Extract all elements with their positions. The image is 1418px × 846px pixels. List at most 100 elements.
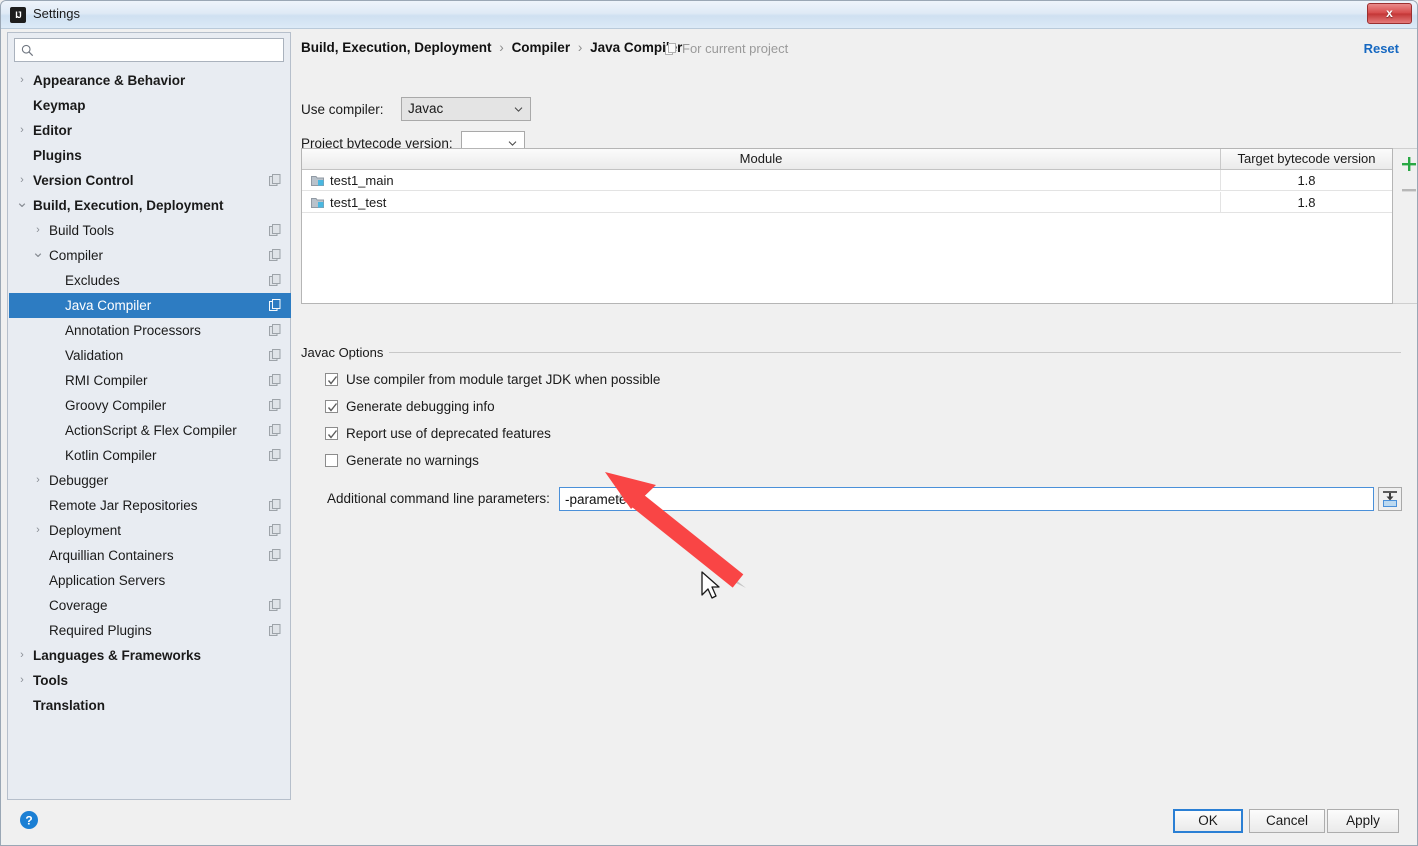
module-name: test1_test: [330, 195, 387, 210]
checkbox[interactable]: [325, 373, 338, 386]
reset-link[interactable]: Reset: [1364, 41, 1399, 56]
breadcrumb: Build, Execution, Deployment › Compiler …: [301, 40, 682, 55]
sidebar-item-debugger[interactable]: › Debugger: [9, 468, 291, 493]
chevron-down-icon: [508, 141, 517, 146]
sidebar-item-label: RMI Compiler: [65, 373, 148, 388]
text-caret: [640, 491, 641, 507]
table-row[interactable]: test1_test 1.8: [302, 192, 1392, 214]
additional-params-input[interactable]: [559, 487, 1374, 511]
sidebar-item-kotlin-compiler[interactable]: Kotlin Compiler: [9, 443, 291, 468]
sidebar-item-languages-frameworks[interactable]: › Languages & Frameworks: [9, 643, 291, 668]
sidebar-item-translation[interactable]: Translation: [9, 693, 291, 718]
chevron-right-icon[interactable]: ›: [15, 168, 29, 193]
ok-button[interactable]: OK: [1173, 809, 1243, 833]
sidebar-item-arquillian-containers[interactable]: Arquillian Containers: [9, 543, 291, 568]
add-module-button[interactable]: [1397, 152, 1418, 176]
copy-icon: [269, 499, 281, 511]
chevron-right-icon[interactable]: ›: [15, 668, 29, 693]
sidebar-item-label: Java Compiler: [65, 298, 152, 313]
table-toolbar: [1393, 148, 1418, 304]
sidebar-item-actionscript-flex-compiler[interactable]: ActionScript & Flex Compiler: [9, 418, 291, 443]
settings-content: Build, Execution, Deployment › Compiler …: [292, 32, 1417, 800]
sidebar-item-label: Groovy Compiler: [65, 398, 167, 413]
search-input[interactable]: [39, 39, 281, 61]
sidebar-item-label: Debugger: [49, 473, 109, 488]
breadcrumb-item-2[interactable]: Compiler: [512, 40, 571, 55]
expand-params-button[interactable]: [1378, 487, 1402, 511]
sidebar-item-label: Kotlin Compiler: [65, 448, 157, 463]
target-bytecode-cell[interactable]: 1.8: [1220, 170, 1392, 191]
insert-icon: [1383, 491, 1397, 507]
app-icon: IJ: [10, 7, 26, 23]
check-icon: [327, 376, 338, 385]
breadcrumb-item-1[interactable]: Build, Execution, Deployment: [301, 40, 492, 55]
column-header-module[interactable]: Module: [302, 149, 1220, 169]
checkbox[interactable]: [325, 400, 338, 413]
sidebar-item-application-servers[interactable]: Application Servers: [9, 568, 291, 593]
use-compiler-value: Javac: [408, 101, 444, 116]
apply-button[interactable]: Apply: [1327, 809, 1399, 833]
table-row[interactable]: test1_main 1.8: [302, 170, 1392, 192]
sidebar-item-label: Build Tools: [49, 223, 115, 238]
sidebar-item-tools[interactable]: › Tools: [9, 668, 291, 693]
chevron-down-icon[interactable]: ⌄: [31, 243, 45, 262]
remove-module-button[interactable]: [1397, 178, 1418, 202]
sidebar-item-java-compiler[interactable]: Java Compiler: [9, 293, 291, 318]
additional-params-label: Additional command line parameters:: [327, 491, 550, 506]
sidebar-item-label: Build, Execution, Deployment: [33, 198, 224, 213]
checkbox[interactable]: [325, 454, 338, 467]
close-icon[interactable]: x: [1367, 3, 1412, 24]
settings-tree: › Appearance & Behavior Keymap › Editor Plugi…: [9, 68, 291, 798]
chevron-right-icon[interactable]: ›: [15, 68, 29, 93]
chevron-right-icon[interactable]: ›: [15, 118, 29, 143]
sidebar-item-label: Application Servers: [49, 573, 166, 588]
sidebar-item-label: Version Control: [33, 173, 134, 188]
javac-options-title: Javac Options: [301, 345, 390, 360]
sidebar-item-editor[interactable]: › Editor: [9, 118, 291, 143]
sidebar-item-excludes[interactable]: Excludes: [9, 268, 291, 293]
sidebar-item-build-tools[interactable]: › Build Tools: [9, 218, 291, 243]
sidebar-item-version-control[interactable]: › Version Control: [9, 168, 291, 193]
cancel-button[interactable]: Cancel: [1249, 809, 1325, 833]
checkbox[interactable]: [325, 427, 338, 440]
svg-text:?: ?: [25, 814, 32, 828]
sidebar-item-plugins[interactable]: Plugins: [9, 143, 291, 168]
chevron-down-icon[interactable]: ⌄: [15, 193, 29, 212]
sidebar-item-label: Deployment: [49, 523, 122, 538]
target-bytecode-cell[interactable]: 1.8: [1220, 192, 1392, 213]
sidebar-item-appearance-behavior[interactable]: › Appearance & Behavior: [9, 68, 291, 93]
copy-icon: [269, 524, 281, 536]
sidebar-item-groovy-compiler[interactable]: Groovy Compiler: [9, 393, 291, 418]
copy-icon: [269, 249, 281, 261]
chevron-right-icon[interactable]: ›: [31, 468, 45, 493]
chevron-right-icon[interactable]: ›: [15, 643, 29, 668]
chevron-right-icon[interactable]: ›: [31, 218, 45, 243]
module-cell[interactable]: test1_main: [302, 170, 1220, 191]
sidebar-item-annotation-processors[interactable]: Annotation Processors: [9, 318, 291, 343]
sidebar-item-validation[interactable]: Validation: [9, 343, 291, 368]
module-cell[interactable]: test1_test: [302, 192, 1220, 213]
sidebar-item-required-plugins[interactable]: Required Plugins: [9, 618, 291, 643]
sidebar-item-remote-jar-repositories[interactable]: Remote Jar Repositories: [9, 493, 291, 518]
chevron-right-icon[interactable]: ›: [31, 518, 45, 543]
sidebar-item-build-execution-deployment[interactable]: ⌄ Build, Execution, Deployment: [9, 193, 291, 218]
sidebar-item-keymap[interactable]: Keymap: [9, 93, 291, 118]
search-box[interactable]: [14, 38, 284, 62]
help-icon[interactable]: ?: [19, 810, 39, 830]
sidebar-item-deployment[interactable]: › Deployment: [9, 518, 291, 543]
column-header-target[interactable]: Target bytecode version: [1220, 149, 1392, 169]
module-name: test1_main: [330, 173, 394, 188]
sidebar-item-rmi-compiler[interactable]: RMI Compiler: [9, 368, 291, 393]
sidebar-item-coverage[interactable]: Coverage: [9, 593, 291, 618]
checkbox-label: Generate debugging info: [346, 399, 495, 414]
window-title: Settings: [33, 6, 80, 21]
sidebar-item-label: Plugins: [33, 148, 82, 163]
copy-icon: [269, 174, 281, 186]
sidebar-item-compiler[interactable]: ⌄ Compiler: [9, 243, 291, 268]
module-bytecode-table: Module Target bytecode version test1_mai…: [301, 148, 1393, 304]
use-compiler-select[interactable]: Javac: [401, 97, 531, 121]
sidebar-item-label: Remote Jar Repositories: [49, 498, 198, 513]
copy-icon: [269, 349, 281, 361]
copy-icon: [269, 424, 281, 436]
copy-icon: [269, 449, 281, 461]
